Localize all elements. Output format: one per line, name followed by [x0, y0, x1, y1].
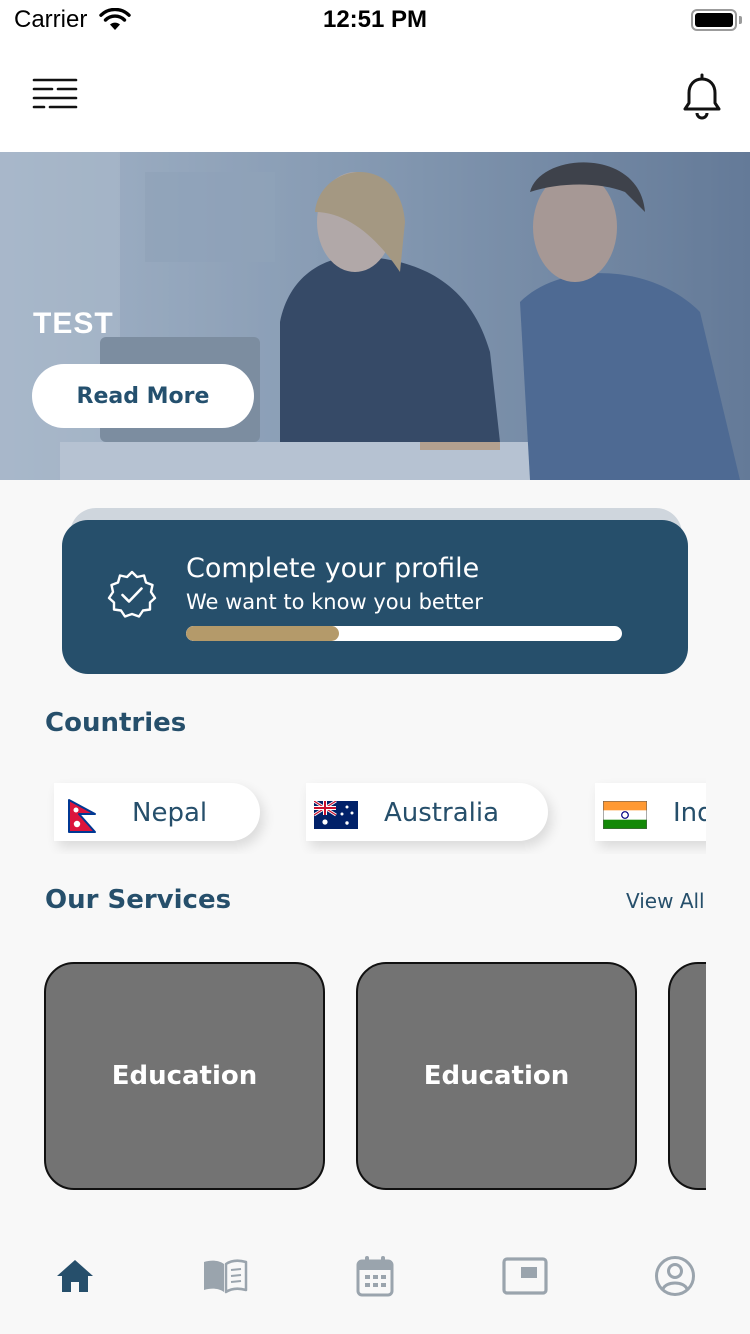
- service-card-education[interactable]: Education: [44, 962, 325, 1190]
- nav-book[interactable]: [195, 1254, 255, 1302]
- profile-icon: [654, 1255, 696, 1301]
- bottom-nav: [0, 1240, 750, 1334]
- read-more-button[interactable]: Read More: [32, 364, 254, 428]
- country-name: Australia: [384, 798, 500, 828]
- battery-icon: [691, 9, 737, 31]
- country-chip-australia[interactable]: Australia: [306, 783, 548, 841]
- services-heading: Our Services: [45, 885, 232, 915]
- status-bar: Carrier 12:51 PM: [0, 0, 750, 40]
- nav-home[interactable]: [45, 1254, 105, 1302]
- media-icon: [502, 1257, 548, 1299]
- status-time: 12:51 PM: [322, 6, 428, 33]
- nav-media[interactable]: [495, 1254, 555, 1302]
- country-chip-india[interactable]: India: [595, 783, 706, 841]
- profile-card-subtitle: We want to know you better: [186, 590, 483, 614]
- app-bar: [0, 40, 750, 152]
- verified-badge-icon: [106, 569, 158, 625]
- complete-profile-card[interactable]: Complete your profile We want to know yo…: [62, 520, 688, 674]
- service-card-education[interactable]: Education: [356, 962, 637, 1190]
- services-list[interactable]: Education Education: [44, 962, 706, 1192]
- australia-flag-icon: [313, 799, 358, 833]
- book-icon: [202, 1258, 248, 1298]
- hero-banner: TEST Read More: [0, 152, 750, 480]
- service-label: Education: [423, 1061, 570, 1091]
- countries-heading: Countries: [45, 708, 187, 738]
- profile-card-title: Complete your profile: [186, 553, 480, 584]
- hero-title: TEST: [33, 307, 114, 340]
- view-all-link[interactable]: View All: [626, 889, 705, 913]
- home-icon: [55, 1258, 95, 1298]
- country-name: Nepal: [132, 798, 208, 828]
- countries-list[interactable]: Nepal Australia Ind: [44, 774, 706, 854]
- nav-calendar[interactable]: [345, 1254, 405, 1302]
- service-card[interactable]: [668, 962, 706, 1190]
- country-name: India: [673, 798, 706, 828]
- service-label: Education: [111, 1061, 258, 1091]
- profile-progress-fill: [186, 626, 339, 641]
- india-flag-icon: [602, 800, 648, 833]
- battery-tip: [739, 16, 742, 24]
- profile-progress-bar: [186, 626, 622, 641]
- bell-icon[interactable]: [680, 73, 724, 121]
- calendar-icon: [356, 1255, 394, 1301]
- country-chip-nepal[interactable]: Nepal: [54, 783, 260, 841]
- nepal-flag-icon: [68, 799, 98, 837]
- menu-icon[interactable]: [30, 76, 80, 116]
- nav-profile[interactable]: [645, 1254, 705, 1302]
